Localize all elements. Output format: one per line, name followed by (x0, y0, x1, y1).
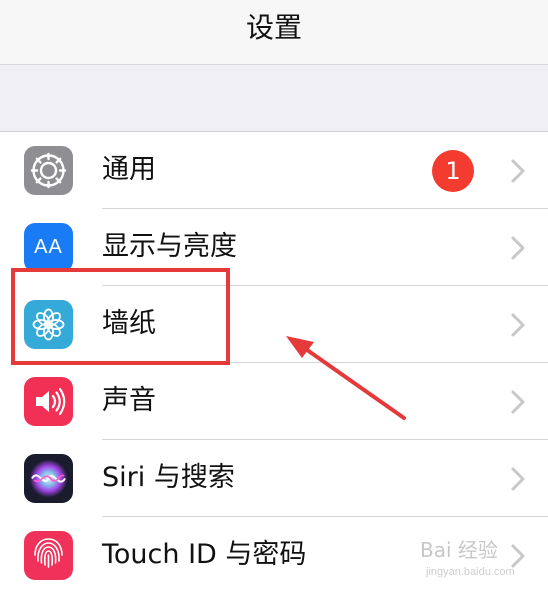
settings-row-sounds[interactable]: 声音 (0, 363, 548, 440)
settings-row-general[interactable]: 通用 1 (0, 132, 548, 209)
gear-icon (24, 146, 73, 195)
chevron-right-icon (511, 467, 525, 491)
settings-row-label: Siri 与搜索 (102, 462, 235, 493)
notification-badge: 1 (432, 150, 474, 192)
siri-icon (24, 454, 73, 503)
settings-row-label: 通用 (102, 154, 156, 185)
watermark-url: jingyan.baidu.com (426, 566, 515, 578)
settings-row-siri-search[interactable]: Siri 与搜索 (0, 440, 548, 517)
settings-row-label: 显示与亮度 (102, 231, 237, 262)
settings-row-label: 声音 (102, 385, 156, 416)
navigation-bar: 设置 (0, 0, 548, 65)
fingerprint-icon (24, 531, 73, 580)
watermark-text: Bai 经验 (420, 538, 498, 562)
highlight-box (11, 268, 230, 365)
chevron-right-icon (511, 159, 525, 183)
chevron-right-icon (511, 313, 525, 337)
section-spacer (0, 65, 548, 131)
display-brightness-icon: AA (24, 223, 73, 272)
watermark: Bai 经验 jingyan.baidu.com (396, 528, 544, 588)
page-title: 设置 (245, 11, 302, 44)
settings-row-label: Touch ID 与密码 (102, 539, 307, 570)
chevron-right-icon (511, 390, 525, 414)
chevron-right-icon (511, 236, 525, 260)
speaker-icon (24, 377, 73, 426)
display-icon-glyph: AA (34, 236, 63, 258)
